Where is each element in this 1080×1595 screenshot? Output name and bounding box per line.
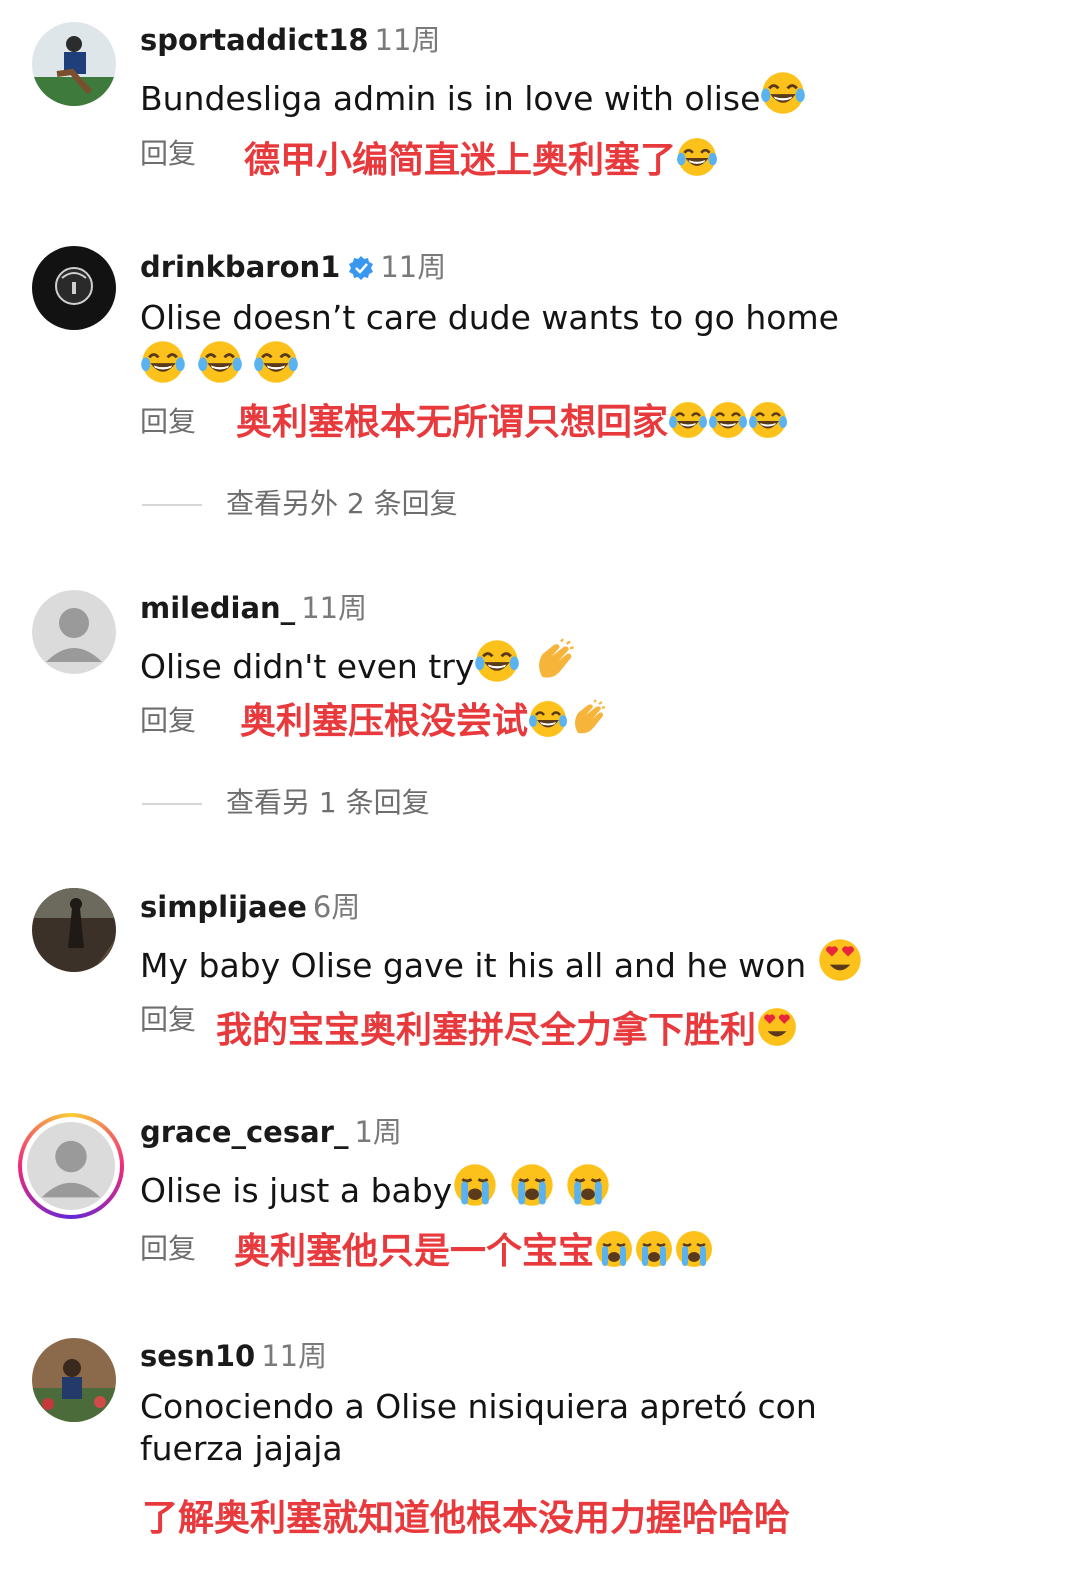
timestamp: 11周 bbox=[301, 591, 368, 625]
translation-body: 了解奥利塞就知道他根本没用力握哈哈哈 bbox=[142, 1498, 791, 1539]
divider-line bbox=[142, 803, 202, 805]
divider-line bbox=[142, 504, 202, 506]
laughing-emoji-icon bbox=[708, 400, 748, 440]
avatar-photo bbox=[32, 246, 116, 330]
clapping-hands-icon bbox=[531, 638, 577, 684]
default-avatar-icon bbox=[32, 590, 116, 674]
laughing-emoji-icon bbox=[197, 339, 243, 385]
reply-button[interactable]: 回复 bbox=[140, 703, 196, 739]
translation-body: 奥利塞他只是一个宝宝 bbox=[234, 1231, 595, 1272]
timestamp: 6周 bbox=[312, 890, 361, 924]
comment-header: sportaddict18 11周 bbox=[140, 22, 440, 58]
username[interactable]: miledian_ bbox=[140, 591, 295, 625]
avatar bbox=[22, 1117, 120, 1215]
username[interactable]: sesn10 bbox=[140, 1339, 255, 1373]
crying-emoji-icon bbox=[565, 1162, 611, 1208]
comment-header: miledian_ 11周 bbox=[140, 590, 367, 626]
avatar-photo bbox=[32, 1338, 116, 1422]
heart-eyes-emoji-icon bbox=[756, 1006, 798, 1048]
avatar[interactable] bbox=[32, 246, 116, 330]
reply-button[interactable]: 回复 bbox=[140, 136, 196, 172]
comment-text-body: Olise doesn’t care dude wants to go home bbox=[140, 298, 839, 337]
laughing-emoji-icon bbox=[676, 136, 718, 178]
translation-body: 奥利塞压根没尝试 bbox=[240, 701, 529, 742]
crying-emoji-icon bbox=[594, 1229, 634, 1269]
avatar[interactable] bbox=[32, 888, 116, 972]
comment-text-body: Conociendo a Olise nisiquiera apretó con… bbox=[140, 1387, 817, 1468]
translation-text: 奥利塞压根没尝试 bbox=[240, 699, 608, 744]
laughing-emoji-icon bbox=[748, 400, 788, 440]
crying-emoji-icon bbox=[634, 1229, 674, 1269]
comment-header: simplijaee 6周 bbox=[140, 889, 360, 925]
avatar-photo bbox=[32, 22, 116, 106]
comment-text-body: Olise didn't even try bbox=[140, 647, 475, 686]
username[interactable]: simplijaee bbox=[140, 890, 307, 924]
laughing-emoji-icon bbox=[528, 699, 568, 739]
comment-text: Bundesliga admin is in love with olise bbox=[140, 70, 900, 120]
laughing-emoji-icon bbox=[668, 400, 708, 440]
crying-emoji-icon bbox=[509, 1162, 555, 1208]
avatar-story-ring[interactable] bbox=[18, 1113, 124, 1219]
timestamp: 11周 bbox=[374, 23, 441, 57]
comment-text: Olise doesn’t care dude wants to go home bbox=[140, 297, 900, 389]
translation-text: 我的宝宝奥利塞拼尽全力拿下胜利 bbox=[216, 1006, 798, 1053]
comment-text: Olise didn't even try bbox=[140, 638, 900, 688]
comment-text-body: Bundesliga admin is in love with olise bbox=[140, 79, 761, 118]
comment-text-body: My baby Olise gave it his all and he won bbox=[140, 946, 807, 985]
reply-button[interactable]: 回复 bbox=[140, 404, 196, 440]
avatar[interactable] bbox=[32, 1338, 116, 1422]
username[interactable]: drinkbaron1 bbox=[140, 250, 340, 284]
translation-body: 德甲小编简直迷上奥利塞了 bbox=[244, 140, 677, 181]
laughing-emoji-icon bbox=[140, 339, 186, 385]
reply-button[interactable]: 回复 bbox=[140, 1002, 196, 1038]
comment-header: grace_cesar_ 1周 bbox=[140, 1114, 402, 1150]
translation-text: 奥利塞根本无所谓只想回家 bbox=[236, 400, 788, 445]
comment-text: Olise is just a baby bbox=[140, 1162, 900, 1212]
translation-text: 奥利塞他只是一个宝宝 bbox=[234, 1229, 714, 1274]
crying-emoji-icon bbox=[674, 1229, 714, 1269]
comment-text: My baby Olise gave it his all and he won bbox=[140, 937, 900, 987]
comment-text: Conociendo a Olise nisiquiera apretó con… bbox=[140, 1386, 860, 1470]
username[interactable]: sportaddict18 bbox=[140, 23, 369, 57]
translation-body: 我的宝宝奥利塞拼尽全力拿下胜利 bbox=[216, 1010, 757, 1051]
view-more-replies[interactable]: 查看另 1 条回复 bbox=[142, 785, 430, 821]
view-more-label: 查看另外 2 条回复 bbox=[226, 487, 458, 520]
view-more-replies[interactable]: 查看另外 2 条回复 bbox=[142, 486, 458, 522]
username[interactable]: grace_cesar_ bbox=[140, 1115, 348, 1149]
avatar[interactable] bbox=[32, 22, 116, 106]
avatar[interactable] bbox=[32, 590, 116, 674]
view-more-label: 查看另 1 条回复 bbox=[226, 786, 430, 819]
laughing-emoji-icon bbox=[760, 70, 806, 116]
translation-body: 奥利塞根本无所谓只想回家 bbox=[236, 402, 669, 443]
laughing-emoji-icon bbox=[474, 638, 520, 684]
timestamp: 11周 bbox=[261, 1339, 328, 1373]
translation-text: 了解奥利塞就知道他根本没用力握哈哈哈 bbox=[142, 1497, 790, 1541]
comment-header: drinkbaron1 11周 bbox=[140, 249, 446, 285]
timestamp: 11周 bbox=[380, 250, 447, 284]
translation-text: 德甲小编简直迷上奥利塞了 bbox=[244, 136, 718, 183]
heart-eyes-emoji-icon bbox=[817, 937, 863, 983]
default-avatar-icon bbox=[27, 1122, 115, 1210]
comment-text-body: Olise is just a baby bbox=[140, 1171, 453, 1210]
verified-badge-icon bbox=[349, 256, 374, 280]
clapping-hands-icon bbox=[568, 699, 608, 739]
reply-button[interactable]: 回复 bbox=[140, 1231, 196, 1267]
avatar-photo bbox=[32, 888, 116, 972]
laughing-emoji-icon bbox=[253, 339, 299, 385]
crying-emoji-icon bbox=[452, 1162, 498, 1208]
timestamp: 1周 bbox=[354, 1115, 402, 1149]
comment-header: sesn10 11周 bbox=[140, 1338, 327, 1374]
